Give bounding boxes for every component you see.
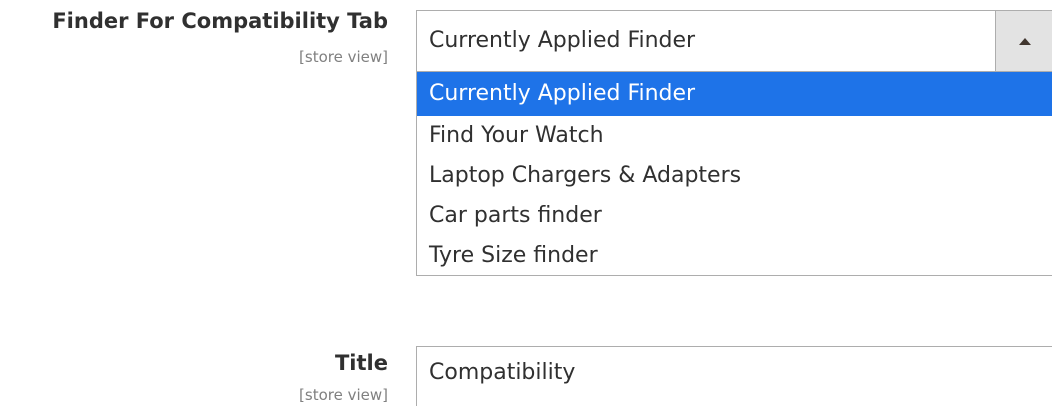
finder-select-value: Currently Applied Finder xyxy=(429,28,696,53)
finder-option-tyre-size[interactable]: Tyre Size finder xyxy=(417,236,1052,276)
option-label: Tyre Size finder xyxy=(429,243,598,268)
finder-select[interactable]: Currently Applied Finder xyxy=(416,10,1052,72)
finder-options-list: Currently Applied Finder Find Your Watch… xyxy=(416,72,1052,276)
finder-option-car-parts[interactable]: Car parts finder xyxy=(417,196,1052,236)
title-field-scope: [store view] xyxy=(299,386,388,404)
triangle-up-icon xyxy=(1019,38,1031,45)
title-input[interactable] xyxy=(416,346,1052,406)
option-label: Laptop Chargers & Adapters xyxy=(429,163,742,188)
finder-field-scope: [store view] xyxy=(299,48,388,66)
config-form: Finder For Compatibility Tab [store view… xyxy=(0,0,1052,406)
finder-select-toggle[interactable] xyxy=(995,11,1052,71)
title-field-label: Title xyxy=(334,351,388,375)
option-label: Find Your Watch xyxy=(429,123,604,148)
option-label: Currently Applied Finder xyxy=(429,81,696,106)
finder-option-find-your-watch[interactable]: Find Your Watch xyxy=(417,116,1052,156)
finder-option-currently-applied[interactable]: Currently Applied Finder xyxy=(417,72,1052,116)
finder-option-laptop-chargers[interactable]: Laptop Chargers & Adapters xyxy=(417,156,1052,196)
finder-field-label: Finder For Compatibility Tab xyxy=(52,9,388,33)
option-label: Car parts finder xyxy=(429,203,602,228)
